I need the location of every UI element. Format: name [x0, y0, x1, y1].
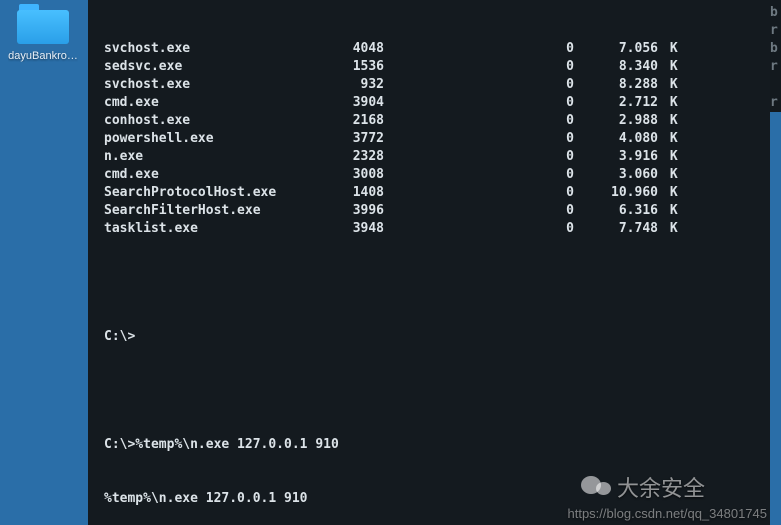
tasklist-row: tasklist.exe394807.748 K — [104, 220, 760, 238]
command-line: C:\>%temp%\n.exe 127.0.0.1 910 — [104, 436, 760, 454]
tasklist-row: conhost.exe216802.988 K — [104, 112, 760, 130]
tasklist-row: cmd.exe300803.060 K — [104, 166, 760, 184]
wechat-icon — [581, 474, 611, 500]
watermark-wechat: 大余安全 — [581, 471, 705, 503]
terminal-window[interactable]: svchost.exe404807.056 Ksedsvc.exe153608.… — [88, 0, 770, 525]
tasklist-row: svchost.exe404807.056 K — [104, 40, 760, 58]
adjacent-window-edge: b r b r r — [770, 0, 781, 112]
watermark-url: https://blog.csdn.net/qq_34801745 — [568, 506, 768, 521]
blank-line — [104, 274, 760, 292]
tasklist-row: SearchFilterHost.exe399606.316 K — [104, 202, 760, 220]
tasklist-row: cmd.exe390402.712 K — [104, 94, 760, 112]
watermark-text: 大余安全 — [617, 471, 705, 503]
folder-label: dayuBankro… — [8, 50, 78, 62]
tasklist-row: svchost.exe93208.288 K — [104, 76, 760, 94]
tasklist-row: powershell.exe377204.080 K — [104, 130, 760, 148]
prompt-line: C:\> — [104, 328, 760, 346]
tasklist-row: n.exe232803.916 K — [104, 148, 760, 166]
tasklist-row: SearchProtocolHost.exe1408010.960 K — [104, 184, 760, 202]
tasklist-row: sedsvc.exe153608.340 K — [104, 58, 760, 76]
blank-line — [104, 382, 760, 400]
tasklist-output: svchost.exe404807.056 Ksedsvc.exe153608.… — [104, 40, 760, 238]
desktop-folder[interactable]: dayuBankro… — [8, 4, 78, 62]
folder-icon — [17, 4, 69, 44]
